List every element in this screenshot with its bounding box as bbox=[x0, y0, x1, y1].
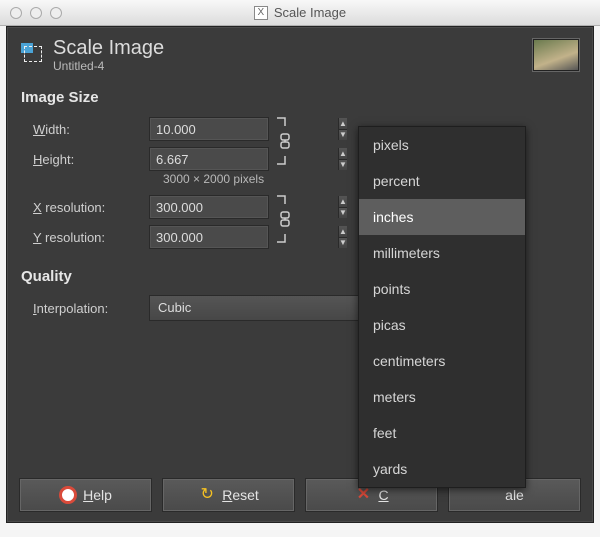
units-option-feet[interactable]: feet bbox=[359, 415, 525, 451]
reset-icon bbox=[198, 486, 216, 504]
document-name: Untitled-4 bbox=[53, 59, 164, 73]
units-option-pixels[interactable]: pixels bbox=[359, 127, 525, 163]
height-input[interactable]: ▲▼ bbox=[149, 147, 269, 171]
image-size-heading: Image Size bbox=[21, 89, 579, 106]
units-option-inches[interactable]: inches bbox=[359, 199, 525, 235]
units-option-millimeters[interactable]: millimeters bbox=[359, 235, 525, 271]
yres-step-down[interactable]: ▼ bbox=[339, 237, 347, 249]
dialog-title: Scale Image bbox=[53, 37, 164, 60]
units-option-centimeters[interactable]: centimeters bbox=[359, 343, 525, 379]
image-thumbnail bbox=[533, 39, 579, 71]
window-title: Scale Image bbox=[274, 5, 346, 20]
units-option-meters[interactable]: meters bbox=[359, 379, 525, 415]
interpolation-value: Cubic bbox=[158, 300, 191, 315]
y-resolution-label: Y resolution: bbox=[33, 230, 149, 245]
width-input[interactable]: ▲▼ bbox=[149, 117, 269, 141]
reset-button[interactable]: Reset bbox=[162, 478, 295, 512]
app-icon: X bbox=[254, 6, 268, 20]
units-option-percent[interactable]: percent bbox=[359, 163, 525, 199]
units-dropdown-menu[interactable]: pixelspercentinchesmillimeterspointspica… bbox=[358, 126, 526, 488]
y-resolution-input[interactable]: ▲▼ bbox=[149, 225, 269, 249]
xres-step-up[interactable]: ▲ bbox=[339, 196, 347, 207]
help-icon bbox=[59, 486, 77, 504]
units-option-yards[interactable]: yards bbox=[359, 451, 525, 487]
width-step-down[interactable]: ▼ bbox=[339, 129, 347, 141]
units-option-points[interactable]: points bbox=[359, 271, 525, 307]
xres-step-down[interactable]: ▼ bbox=[339, 207, 347, 219]
height-label: Height: bbox=[33, 152, 149, 167]
scale-image-icon bbox=[21, 43, 45, 67]
yres-step-up[interactable]: ▲ bbox=[339, 226, 347, 237]
y-resolution-value[interactable] bbox=[150, 226, 338, 248]
width-value[interactable] bbox=[150, 118, 338, 140]
height-value[interactable] bbox=[150, 148, 338, 170]
window-titlebar: X Scale Image bbox=[0, 0, 600, 26]
interpolation-label: Interpolation: bbox=[33, 301, 149, 316]
link-dimensions-button[interactable] bbox=[275, 114, 295, 168]
x-resolution-label: X resolution: bbox=[33, 200, 149, 215]
width-step-up[interactable]: ▲ bbox=[339, 118, 347, 129]
cancel-icon bbox=[354, 486, 372, 504]
width-label: Width: bbox=[33, 122, 149, 137]
units-option-picas[interactable]: picas bbox=[359, 307, 525, 343]
x-resolution-input[interactable]: ▲▼ bbox=[149, 195, 269, 219]
height-step-up[interactable]: ▲ bbox=[339, 148, 347, 159]
link-resolution-button[interactable] bbox=[275, 192, 295, 246]
x-resolution-value[interactable] bbox=[150, 196, 338, 218]
height-step-down[interactable]: ▼ bbox=[339, 159, 347, 171]
help-button[interactable]: Help bbox=[19, 478, 152, 512]
